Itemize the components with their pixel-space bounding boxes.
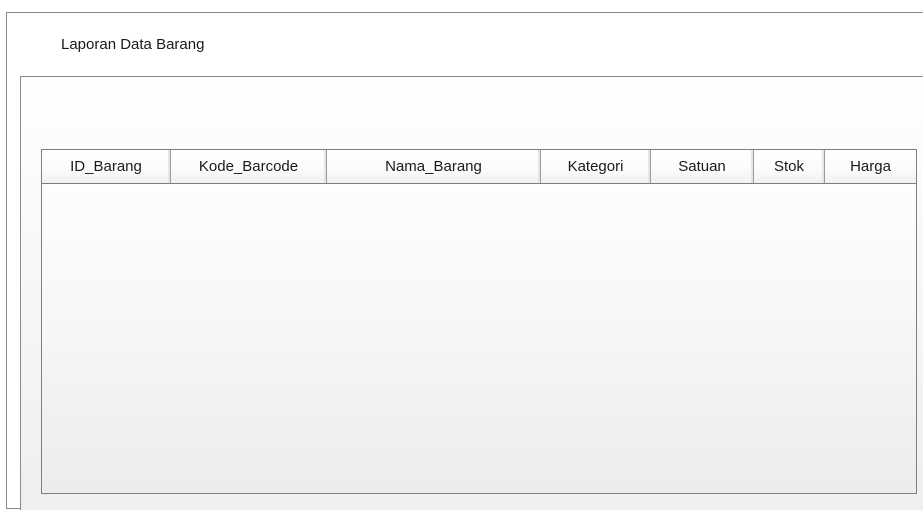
window-title: Laporan Data Barang	[61, 36, 205, 53]
report-window: Laporan Data Barang ID_Barang Kode_Barco…	[6, 12, 923, 510]
column-header-id-barang[interactable]: ID_Barang	[42, 150, 171, 183]
data-grid[interactable]: ID_Barang Kode_Barcode Nama_Barang Kateg…	[41, 149, 917, 494]
column-header-nama-barang[interactable]: Nama_Barang	[327, 150, 541, 183]
column-header-satuan[interactable]: Satuan	[651, 150, 754, 183]
column-header-harga[interactable]: Harga	[825, 150, 916, 183]
report-panel: ID_Barang Kode_Barcode Nama_Barang Kateg…	[20, 76, 923, 510]
column-header-kode-barcode[interactable]: Kode_Barcode	[171, 150, 327, 183]
column-header-stok[interactable]: Stok	[754, 150, 825, 183]
column-header-kategori[interactable]: Kategori	[541, 150, 651, 183]
grid-header-row: ID_Barang Kode_Barcode Nama_Barang Kateg…	[42, 150, 916, 184]
grid-body-empty	[42, 184, 916, 493]
